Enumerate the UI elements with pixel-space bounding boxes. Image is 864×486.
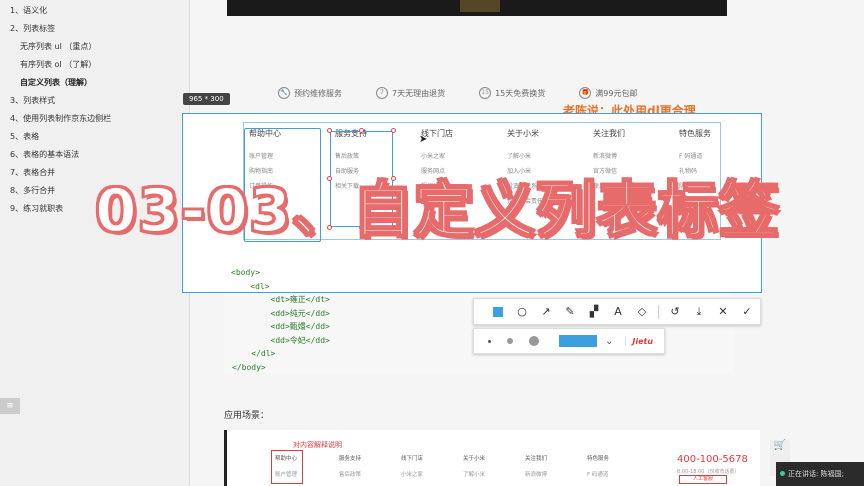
screenshot-toolbar: ○ ↗ ✎ ▞ A ◇ ↺ ⤓ ✕ ✓ [473,298,761,325]
close-icon[interactable]: ✕ [711,302,735,322]
service-item: 🎁 满99元包邮 [579,87,637,99]
preview-column-item: F 码通道 [587,472,609,478]
seven-icon: 7 [376,87,388,99]
code-line: <dl> [231,282,270,291]
service-item: 🔧 预约维修服务 [278,87,342,99]
preview-column-item: 小米之家 [401,472,424,478]
preview-column-title: 关注我们 [525,456,548,462]
toolbar-separator [658,304,659,319]
undo-icon[interactable]: ↺ [663,302,687,322]
rectangle-icon[interactable] [486,302,510,322]
toc-item[interactable]: 5、表格 [0,128,189,146]
section-heading: 应用场景： [224,411,270,421]
preview-column-item: 了解小米 [463,472,486,478]
mosaic-icon[interactable]: ▞ [582,302,606,322]
preview-service-button: 人工客服 [679,475,727,484]
speaking-status: 正在讲话: 陈福国; [776,462,864,486]
video-title-overlay: 03-03、自定义列表标签 [94,175,780,247]
download-icon[interactable]: ⤓ [687,302,711,322]
stroke-small-option[interactable] [488,339,491,343]
preview-phone: 400-100-5678 [677,454,748,465]
column-title[interactable]: 关于小米 [507,128,543,139]
preview-column: 关于小米 了解小米 [463,454,485,478]
preview-column-item: 新浪微博 [525,472,548,478]
menu-icon[interactable]: ≡ [0,398,20,414]
service-item: 15 15天免费换货 [479,87,545,99]
capture-size-badge: 965 * 300 [183,93,230,105]
column-title[interactable]: 关注我们 [593,128,625,139]
fifteen-icon: 15 [479,87,492,99]
resize-handle[interactable] [327,128,332,133]
column-title[interactable]: 特色服务 [679,128,711,139]
toc-item[interactable]: 1、语义化 [0,2,189,20]
resize-handle[interactable] [391,128,396,133]
preview-column-item: 售后政策 [339,472,362,478]
code-snippet-top: <body> <dl> [231,266,270,294]
preview-column: 线下门店 小米之家 [401,454,423,478]
stroke-large-option[interactable] [529,336,539,346]
toc-item[interactable]: 2、列表标签 [0,20,189,38]
toc-item[interactable]: 4、使用列表制作京东边侧栏 [0,110,189,128]
service-label: 7天无理由退货 [392,88,446,98]
service-label: 15天免费换货 [495,88,546,98]
service-item: 7 7天无理由退货 [376,87,445,99]
preview-column-title: 特色服务 [587,456,610,462]
chevron-down-icon[interactable]: ⌄ [605,336,613,347]
preview-column-item: 账户管理 [275,472,298,478]
preview-column: 关注我们 新浪微博 [525,454,547,478]
preview-column-title: 帮助中心 [275,456,298,462]
scenario-preview-image: 对内容解释说明 400-100-5678 8:00-18:00（仅收市话费） 人… [224,430,760,486]
toc-item[interactable]: 3、列表样式 [0,92,189,110]
code-line: </body> [232,362,266,372]
preview-column-title: 关于小米 [463,456,486,462]
toc-item[interactable]: 无序列表 ul （重点） [0,38,189,56]
preview-column-title: 服务支持 [339,456,362,462]
brand-logo: Jietu [625,336,653,346]
stroke-options-bar: ⌄ Jietu [473,328,665,354]
preview-column-title: 线下门店 [401,456,424,462]
code-line: <body> [231,268,260,277]
pen-icon[interactable]: ✎ [558,302,582,322]
toc-item[interactable]: 有序列表 ol （了解） [0,56,189,74]
color-picker[interactable] [559,335,597,347]
service-label: 满99元包邮 [595,88,638,98]
preview-annotation: 对内容解释说明 [293,441,342,449]
preview-column: 服务支持 售后政策 [339,454,361,478]
service-label: 预约维修服务 [294,88,342,98]
service-bar: 🔧 预约维修服务 7 7天无理由退货 15 15天免费换货 🎁 满99元包邮 [278,82,798,104]
ellipse-icon[interactable]: ○ [510,302,534,322]
stroke-medium-option[interactable] [507,338,513,344]
toc-item[interactable]: 自定义列表（理解） [0,74,189,92]
gift-icon: 🎁 [579,87,592,99]
text-icon[interactable]: A [606,302,630,322]
resize-handle[interactable] [359,128,364,133]
arrow-icon[interactable]: ↗ [534,302,558,322]
preview-column: 特色服务 F 码通道 [587,454,609,478]
confirm-icon[interactable]: ✓ [735,302,759,322]
preview-hours: 8:00-18:00（仅收市话费） [677,469,740,475]
mouse-cursor-icon: ➤ [419,134,428,145]
preview-column: 帮助中心 账户管理 [275,454,297,478]
eraser-icon[interactable]: ◇ [630,302,654,322]
banner-image [227,0,727,16]
wrench-icon: 🔧 [278,87,290,99]
